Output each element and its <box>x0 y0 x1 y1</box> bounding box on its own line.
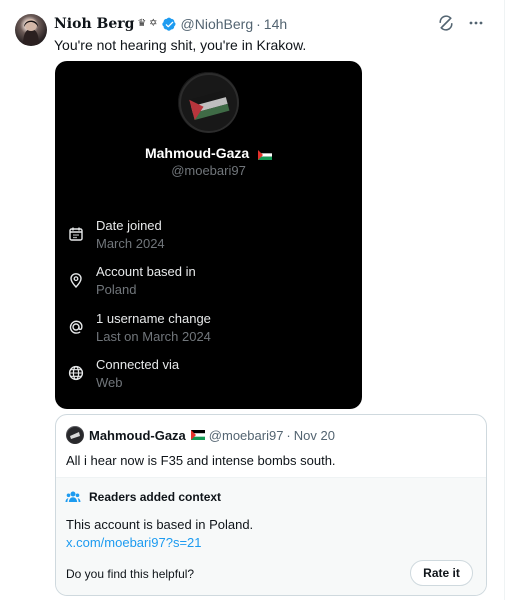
header-separator: · <box>256 16 261 32</box>
quoted-post-text: All i hear now is F35 and intense bombs … <box>66 453 336 468</box>
quoted-author-avatar[interactable] <box>66 426 84 444</box>
username-change-title: 1 username change <box>96 311 211 326</box>
connected-via-title: Connected via <box>96 357 180 372</box>
quoted-post-header: Mahmoud-Gaza @moebari97 · Nov 20 <box>89 426 335 444</box>
date-joined-row: Date joined March 2024 <box>55 218 362 256</box>
globe-icon <box>67 364 85 382</box>
helpful-question: Do you find this helpful? <box>66 567 195 581</box>
connected-via-value: Web <box>96 375 123 390</box>
name-emoji: ♛ ✡ <box>137 18 158 29</box>
username-change-value: Last on March 2024 <box>96 329 211 344</box>
quoted-avatar-photo-icon <box>67 427 83 443</box>
palestine-flag-avatar-icon <box>178 72 239 133</box>
username-change-row: 1 username change Last on March 2024 <box>55 311 362 349</box>
grok-icon[interactable] <box>437 14 455 32</box>
date-joined-value: March 2024 <box>96 236 165 251</box>
post-text: You're not hearing shit, you're in Krako… <box>54 37 307 53</box>
at-icon <box>67 318 85 336</box>
quoted-post[interactable]: Mahmoud-Gaza @moebari97 · Nov 20 All i h… <box>55 414 487 596</box>
post: Nioh Berg ♛ ✡ @NiohBerg · 14h You're not… <box>0 0 505 600</box>
community-notes-panel: Readers added context This account is ba… <box>56 477 486 595</box>
calendar-icon <box>67 225 85 243</box>
location-icon <box>67 271 85 289</box>
author-handle[interactable]: @NiohBerg <box>181 16 254 32</box>
quoted-author-handle[interactable]: @moebari97 <box>209 428 284 443</box>
avatar-photo-icon <box>23 19 39 45</box>
context-heading: Readers added context <box>65 490 221 504</box>
card-handle: @moebari97 <box>171 163 246 178</box>
post-actions-top <box>437 14 485 32</box>
card-display-name: Mahmoud-Gaza <box>55 145 362 161</box>
connected-via-row: Connected via Web <box>55 357 362 395</box>
date-joined-title: Date joined <box>96 218 162 233</box>
quoted-header-separator: · <box>286 427 291 443</box>
people-icon <box>65 491 81 502</box>
more-icon[interactable] <box>467 14 485 32</box>
quoted-post-date[interactable]: Nov 20 <box>294 428 335 443</box>
palestine-flag-icon <box>258 150 273 160</box>
author-name[interactable]: Nioh Berg <box>54 16 134 32</box>
profile-info-card[interactable]: Mahmoud-Gaza @moebari97 Date joined Marc… <box>55 61 362 409</box>
account-location-value: Poland <box>96 282 137 297</box>
card-name-text: Mahmoud-Gaza <box>144 145 250 161</box>
quoted-author-name[interactable]: Mahmoud-Gaza <box>89 428 186 443</box>
account-location-title: Account based in <box>96 264 196 279</box>
context-title: Readers added context <box>89 490 222 504</box>
verified-badge-icon <box>161 17 176 31</box>
palestine-flag-icon <box>190 430 205 440</box>
context-note-text: This account is based in Poland. <box>66 517 254 532</box>
author-avatar[interactable] <box>15 14 47 46</box>
rate-it-button[interactable]: Rate it <box>410 560 473 586</box>
post-time[interactable]: 14h <box>264 16 287 32</box>
card-avatar <box>178 72 239 133</box>
account-location-row: Account based in Poland <box>55 264 362 302</box>
post-header: Nioh Berg ♛ ✡ @NiohBerg · 14h <box>54 14 287 34</box>
context-source-link[interactable]: x.com/moebari97?s=21 <box>66 535 202 550</box>
